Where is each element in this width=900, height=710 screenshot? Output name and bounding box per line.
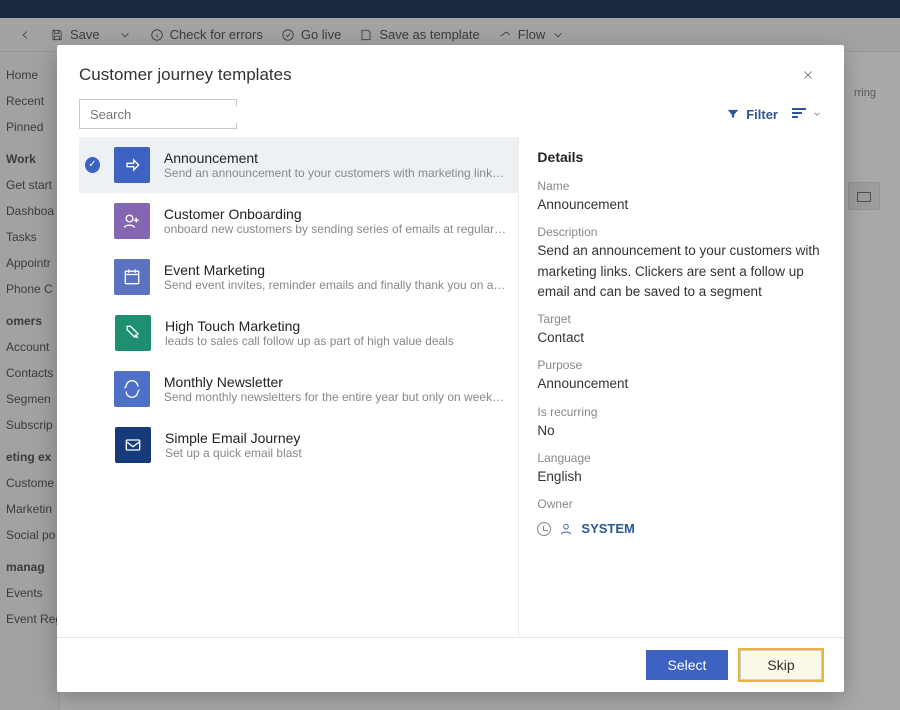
template-desc: Send an announcement to your customers w… [164, 166, 509, 180]
details-panel: Details Name Announcement Description Se… [518, 137, 822, 637]
language-label: Language [537, 451, 822, 465]
description-value: Send an announcement to your customers w… [537, 241, 822, 302]
template-tile-icon [114, 147, 150, 183]
template-title: Event Marketing [164, 262, 509, 278]
search-input-wrapper[interactable] [79, 99, 237, 129]
template-title: Simple Email Journey [165, 430, 302, 446]
template-tile-icon [114, 203, 150, 239]
template-desc: leads to sales call follow up as part of… [165, 334, 454, 348]
template-desc: onboard new customers by sending series … [164, 222, 509, 236]
skip-button[interactable]: Skip [740, 650, 822, 680]
chevron-down-icon [812, 109, 822, 119]
details-heading: Details [537, 149, 822, 165]
owner-label: Owner [537, 497, 822, 511]
person-icon [559, 522, 573, 536]
filter-button[interactable]: Filter [726, 107, 778, 122]
templates-dialog: Customer journey templates Filter Announ… [57, 45, 844, 692]
close-icon [801, 68, 815, 82]
description-label: Description [537, 225, 822, 239]
owner-name: SYSTEM [581, 521, 634, 536]
recurring-value: No [537, 421, 822, 441]
template-list: AnnouncementSend an announcement to your… [79, 137, 518, 637]
purpose-label: Purpose [537, 358, 822, 372]
recurring-label: Is recurring [537, 405, 822, 419]
purpose-value: Announcement [537, 374, 822, 394]
search-input[interactable] [88, 106, 268, 123]
name-value: Announcement [537, 195, 822, 215]
funnel-icon [726, 107, 740, 121]
select-button[interactable]: Select [646, 650, 728, 680]
close-button[interactable] [794, 61, 822, 89]
target-label: Target [537, 312, 822, 326]
template-desc: Send event invites, reminder emails and … [164, 278, 509, 292]
template-tile-icon [114, 371, 150, 407]
template-title: High Touch Marketing [165, 318, 454, 334]
template-row[interactable]: Monthly NewsletterSend monthly newslette… [79, 361, 518, 417]
template-desc: Set up a quick email blast [165, 446, 302, 460]
template-row[interactable]: High Touch Marketingleads to sales call … [79, 305, 518, 361]
template-tile-icon [115, 315, 151, 351]
sort-button[interactable] [792, 108, 822, 120]
template-title: Announcement [164, 150, 509, 166]
selected-indicator [85, 157, 100, 173]
sort-icon [792, 108, 806, 120]
template-tile-icon [114, 259, 150, 295]
template-desc: Send monthly newsletters for the entire … [164, 390, 509, 404]
clock-icon [537, 522, 551, 536]
template-title: Monthly Newsletter [164, 374, 509, 390]
template-row[interactable]: Simple Email JourneySet up a quick email… [79, 417, 518, 473]
template-row[interactable]: AnnouncementSend an announcement to your… [79, 137, 518, 193]
template-title: Customer Onboarding [164, 206, 509, 222]
name-label: Name [537, 179, 822, 193]
target-value: Contact [537, 328, 822, 348]
template-row[interactable]: Customer Onboardingonboard new customers… [79, 193, 518, 249]
dialog-title: Customer journey templates [79, 65, 292, 85]
template-tile-icon [115, 427, 151, 463]
template-row[interactable]: Event MarketingSend event invites, remin… [79, 249, 518, 305]
language-value: English [537, 467, 822, 487]
owner-row[interactable]: SYSTEM [537, 521, 822, 536]
